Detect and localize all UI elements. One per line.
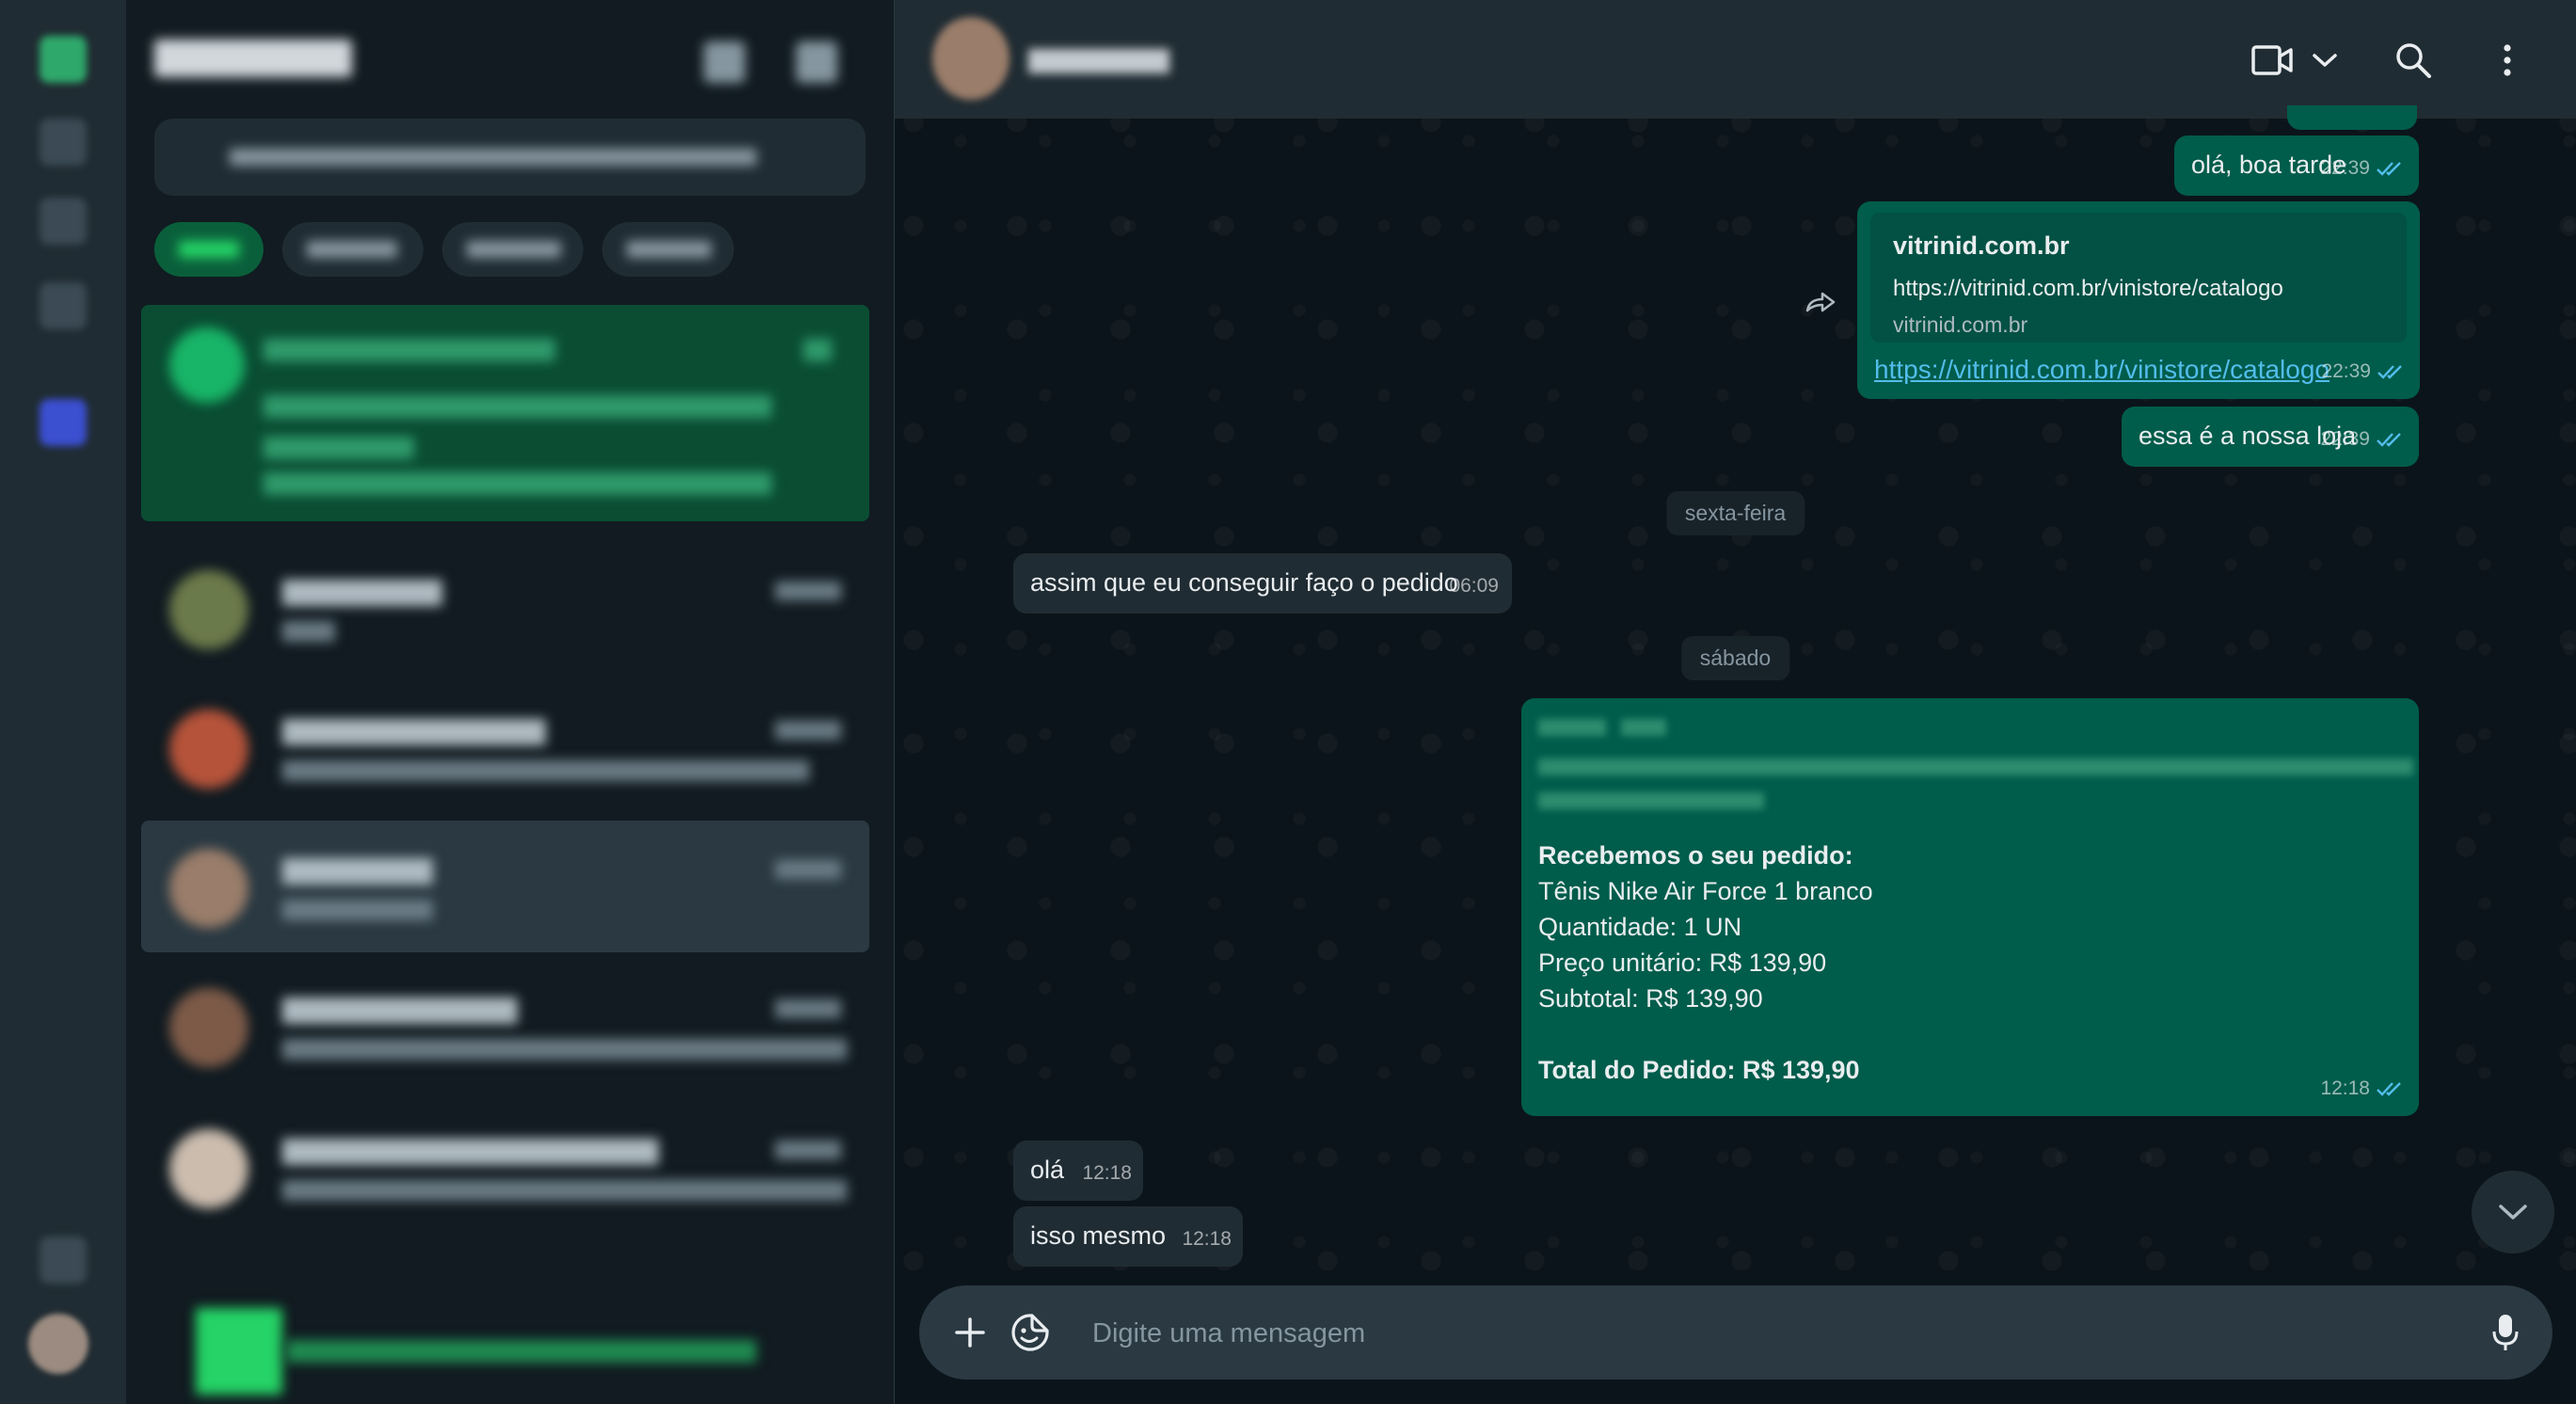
date-separator: sexta-feira <box>1665 491 1805 535</box>
message-time: 12:18 <box>1182 1228 1232 1250</box>
message-bubble-link[interactable]: vitrinid.com.br https://vitrinid.com.br/… <box>1857 201 2420 399</box>
navigation-rail <box>0 0 126 1404</box>
profile-avatar[interactable] <box>28 1314 88 1374</box>
order-total: Total do Pedido: R$ 139,90 <box>1538 1056 1860 1084</box>
message-text: assim que eu conseguir faço o pedido <box>1030 568 1458 597</box>
chat-list-panel <box>126 0 895 1404</box>
message-bubble-outgoing[interactable]: olá, boa tarde 22:39 <box>2174 136 2419 196</box>
search-input[interactable] <box>154 119 866 196</box>
read-receipt-icon <box>2377 365 2402 379</box>
filter-chip-groups[interactable] <box>602 222 734 277</box>
contact-avatar[interactable] <box>932 17 1010 100</box>
order-quantity: Quantidade: 1 UN <box>1538 913 1742 941</box>
message-bubble-incoming[interactable]: isso mesmo 12:18 <box>1013 1206 1243 1267</box>
message-time: 22:39 <box>2321 360 2371 382</box>
mic-icon[interactable] <box>2483 1310 2528 1355</box>
message-time: 12:18 <box>2320 1077 2370 1099</box>
plus-icon[interactable] <box>947 1310 993 1355</box>
read-receipt-icon <box>2377 433 2401 447</box>
chat-list-item[interactable] <box>141 542 869 674</box>
message-link[interactable]: https://vitrinid.com.br/vinistore/catalo… <box>1874 352 2330 388</box>
sticker-icon[interactable] <box>1008 1310 1053 1355</box>
menu-dots-icon[interactable] <box>2485 38 2530 83</box>
search-icon[interactable] <box>2391 38 2436 83</box>
conversation-panel: olá, boa tarde 22:39 vitrinid.com.br htt… <box>895 0 2576 1404</box>
status-icon[interactable] <box>40 119 87 166</box>
chat-list-item[interactable] <box>141 681 869 813</box>
filter-chip-favorites[interactable] <box>442 222 583 277</box>
message-composer <box>895 1270 2576 1404</box>
message-time: 22:39 <box>2320 157 2370 179</box>
app-title <box>154 40 352 77</box>
message-input[interactable] <box>1090 1308 2430 1359</box>
video-call-icon[interactable] <box>2250 38 2295 83</box>
filter-chip-unread[interactable] <box>282 222 423 277</box>
message-time: 06:09 <box>1449 575 1499 597</box>
order-unit-price: Preço unitário: R$ 139,90 <box>1538 949 1827 977</box>
settings-icon[interactable] <box>40 1236 87 1284</box>
order-item: Tênis Nike Air Force 1 branco <box>1538 877 1873 905</box>
message-text: olá <box>1030 1156 1065 1184</box>
message-bubble-incoming[interactable]: olá 12:18 <box>1013 1141 1143 1201</box>
message-meta: 12:18 <box>2320 1071 2406 1107</box>
chevron-down-icon <box>2499 1205 2527 1220</box>
chat-list-item[interactable] <box>141 305 869 521</box>
read-receipt-icon <box>2377 1082 2401 1096</box>
message-time: 12:18 <box>1082 1162 1132 1184</box>
chat-header[interactable] <box>895 0 2576 119</box>
channels-icon[interactable] <box>40 198 87 245</box>
scroll-to-bottom-button[interactable] <box>2472 1171 2554 1253</box>
read-receipt-icon <box>2377 162 2401 176</box>
composer-box <box>919 1285 2552 1380</box>
menu-icon[interactable] <box>796 41 837 83</box>
message-text: isso mesmo <box>1030 1221 1167 1250</box>
date-separator: sábado <box>1680 636 1790 680</box>
message-meta: 22:39 <box>2320 151 2406 186</box>
chats-icon[interactable] <box>40 36 87 83</box>
message-meta: 22:39 <box>2321 354 2407 390</box>
message-bubble-incoming[interactable]: assim que eu conseguir faço o pedido 06:… <box>1013 553 1512 614</box>
chat-list-item[interactable] <box>141 960 869 1092</box>
chat-list-banner <box>126 1285 894 1404</box>
link-preview-url: https://vitrinid.com.br/vinistore/catalo… <box>1893 276 2283 301</box>
forward-icon[interactable] <box>1802 288 1839 316</box>
filter-chip-all[interactable] <box>154 222 263 277</box>
message-bubble-outgoing[interactable]: essa é a nossa loja 22:39 <box>2122 407 2419 467</box>
link-preview[interactable]: vitrinid.com.br https://vitrinid.com.br/… <box>1870 213 2407 343</box>
message-meta: 22:39 <box>2320 422 2406 457</box>
message-bubble-partial <box>2287 105 2417 130</box>
link-preview-title: vitrinid.com.br <box>1893 231 2070 260</box>
chevron-down-icon[interactable] <box>2302 38 2347 83</box>
contact-name[interactable] <box>1028 49 1169 73</box>
meta-ai-icon[interactable] <box>40 399 87 446</box>
chat-list-item[interactable] <box>141 1101 869 1233</box>
order-heading: Recebemos o seu pedido: <box>1538 841 1853 870</box>
message-time: 22:39 <box>2320 428 2370 450</box>
link-preview-domain: vitrinid.com.br <box>1893 312 2028 337</box>
new-chat-icon[interactable] <box>704 41 745 83</box>
chat-list-item-selected[interactable] <box>141 821 869 952</box>
communities-icon[interactable] <box>40 282 87 329</box>
order-subtotal: Subtotal: R$ 139,90 <box>1538 984 1763 1013</box>
order-details: Recebemos o seu pedido: Tênis Nike Air F… <box>1538 838 1873 1088</box>
message-bubble-order[interactable]: Recebemos o seu pedido: Tênis Nike Air F… <box>1521 698 2419 1116</box>
